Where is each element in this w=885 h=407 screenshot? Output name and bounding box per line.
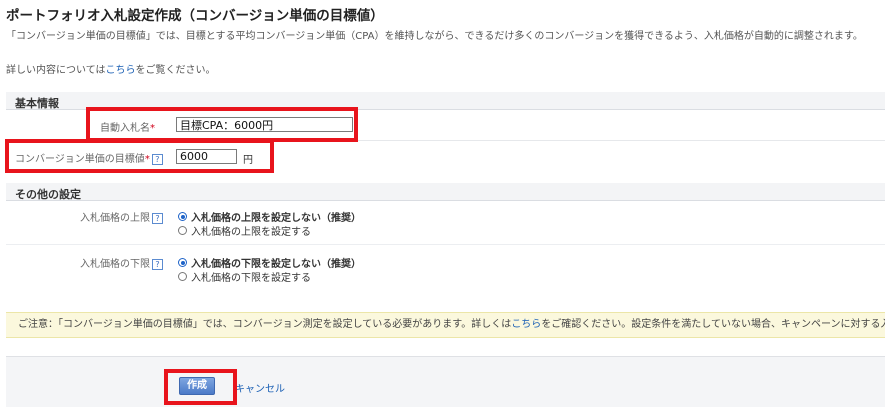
target-cpa-label: コンバージョン単価の目標値*? (15, 150, 163, 165)
divider (6, 140, 885, 141)
help-icon[interactable]: ? (151, 153, 163, 165)
details-suffix: をご覧ください。 (135, 65, 216, 76)
lower-limit-option-none[interactable]: 入札価格の下限を設定しない（推奨） (178, 255, 361, 270)
radio-selected-icon[interactable] (178, 258, 187, 267)
radio-unselected-icon[interactable] (178, 226, 187, 235)
required-mark: * (144, 154, 150, 165)
page-title: ポートフォリオ入札設定作成（コンバージョン単価の目標値） (6, 8, 384, 24)
notice-banner: ご注意：「コンバージョン単価の目標値」では、コンバージョン測定を設定している必要… (6, 312, 885, 338)
details-link[interactable]: こちら (106, 65, 136, 76)
upper-limit-option-none[interactable]: 入札価格の上限を設定しない（推奨） (178, 209, 361, 224)
auto-bid-name-input[interactable] (176, 117, 353, 132)
basic-info-header-band (6, 92, 885, 109)
upper-limit-label: 入札価格の上限? (80, 209, 163, 224)
lower-limit-option-set[interactable]: 入札価格の下限を設定する (178, 269, 311, 284)
notice-prefix: ご注意：「コンバージョン単価の目標値」では、コンバージョン測定を設定している必要… (18, 319, 512, 330)
notice-link[interactable]: こちら (511, 319, 541, 330)
notice-suffix: をご確認ください。設定条件を満たしていない場合、キャンペーンに対する入 (541, 319, 885, 330)
required-mark: * (150, 123, 155, 134)
radio-selected-icon[interactable] (178, 212, 187, 221)
other-settings-header-band (6, 183, 885, 200)
help-icon[interactable]: ? (152, 258, 163, 270)
page-description: 「コンバージョン単価の目標値」では、目標とする平均コンバージョン単価（CPA）を… (6, 31, 863, 42)
lower-limit-label: 入札価格の下限? (80, 255, 163, 270)
details-text: 詳しい内容についてはこちらをご覧ください。 (6, 61, 216, 76)
create-button[interactable]: 作成 (179, 377, 215, 395)
details-prefix: 詳しい内容については (6, 65, 106, 76)
divider (6, 200, 885, 201)
form-footer (6, 356, 885, 407)
help-icon[interactable]: ? (152, 212, 163, 224)
radio-unselected-icon[interactable] (178, 272, 187, 281)
target-cpa-input[interactable] (176, 149, 237, 164)
upper-limit-option-set[interactable]: 入札価格の上限を設定する (178, 223, 311, 238)
divider (6, 244, 885, 245)
divider (6, 109, 885, 110)
auto-bid-name-label: 自動入札名* (100, 123, 155, 134)
target-cpa-unit: 円 (243, 155, 253, 166)
cancel-link[interactable]: キャンセル (235, 380, 285, 395)
